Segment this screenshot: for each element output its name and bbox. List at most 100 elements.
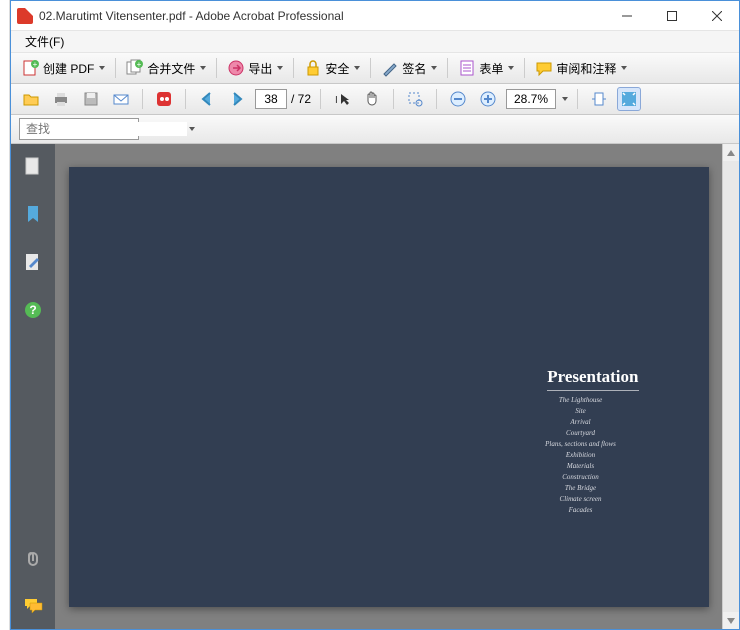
page-indicator: / 72	[255, 89, 311, 109]
email-button[interactable]	[109, 87, 133, 111]
page-input[interactable]	[255, 89, 287, 109]
section-list: The LighthouseSiteArrivalCourtyardPlans,…	[521, 395, 641, 516]
export-icon	[227, 59, 245, 77]
help-button[interactable]: ?	[21, 298, 45, 322]
sign-button[interactable]: 签名	[376, 56, 442, 80]
export-button[interactable]: 导出	[222, 56, 288, 80]
nav-toolbar: / 72 I	[11, 84, 739, 115]
zoom-input[interactable]	[506, 89, 556, 109]
scroll-track[interactable]	[723, 161, 739, 612]
save-button[interactable]	[79, 87, 103, 111]
page-total: / 72	[291, 92, 311, 106]
pages-panel-button[interactable]	[21, 154, 45, 178]
dropdown-icon[interactable]	[562, 97, 568, 104]
forms-button[interactable]: 表单	[453, 56, 519, 80]
separator	[115, 58, 116, 78]
dropdown-icon	[277, 66, 283, 73]
menubar: 文件(F)	[11, 31, 739, 53]
separator	[142, 89, 143, 109]
section-item: Site	[521, 406, 641, 417]
zoom-indicator	[506, 89, 568, 109]
main-toolbar: + 创建 PDF + 合并文件 导出 安全 签名	[11, 53, 739, 84]
pdf-page: Presentation The LighthouseSiteArrivalCo…	[69, 167, 709, 607]
form-icon	[458, 59, 476, 77]
hand-tool-button[interactable]	[360, 87, 384, 111]
merge-button[interactable]: + 合并文件	[121, 56, 211, 80]
separator	[447, 58, 448, 78]
export-label: 导出	[248, 60, 272, 77]
separator	[524, 58, 525, 78]
zoom-in-button[interactable]	[476, 87, 500, 111]
content-area: ? Presentation The LighthouseSiteArrival…	[11, 144, 739, 629]
fit-page-button[interactable]	[617, 87, 641, 111]
close-button[interactable]	[694, 1, 739, 30]
section-item: Facades	[521, 505, 641, 516]
find-input[interactable]	[20, 122, 187, 136]
section-item: Climate screen	[521, 494, 641, 505]
svg-text:I: I	[335, 95, 338, 106]
merge-icon: +	[126, 59, 144, 77]
dropdown-icon	[354, 66, 360, 73]
zoom-out-button[interactable]	[446, 87, 470, 111]
create-pdf-button[interactable]: + 创建 PDF	[17, 56, 110, 80]
create-pdf-label: 创建 PDF	[43, 60, 94, 77]
svg-text:+: +	[137, 60, 142, 69]
collab-button[interactable]	[152, 87, 176, 111]
svg-text:?: ?	[29, 303, 36, 317]
find-toolbar	[11, 115, 739, 144]
section-item: Materials	[521, 461, 641, 472]
review-label: 审阅和注释	[556, 60, 616, 77]
scroll-up-button[interactable]	[723, 144, 739, 161]
maximize-button[interactable]	[649, 1, 694, 30]
dropdown-icon	[621, 66, 627, 73]
separator	[577, 89, 578, 109]
navigation-panel: ?	[11, 144, 55, 629]
select-tool-button[interactable]: I	[330, 87, 354, 111]
section-item: Exhibition	[521, 450, 641, 461]
secure-label: 安全	[325, 60, 349, 77]
titlebar: 02.Marutimt Vitensenter.pdf - Adobe Acro…	[11, 1, 739, 31]
menu-file[interactable]: 文件(F)	[19, 31, 70, 52]
prev-page-button[interactable]	[195, 87, 219, 111]
marquee-zoom-button[interactable]	[403, 87, 427, 111]
attachments-panel-button[interactable]	[21, 545, 45, 569]
window-title: 02.Marutimt Vitensenter.pdf - Adobe Acro…	[39, 9, 604, 23]
section-item: Arrival	[521, 417, 641, 428]
app-window: 02.Marutimt Vitensenter.pdf - Adobe Acro…	[10, 0, 740, 630]
secure-button[interactable]: 安全	[299, 56, 365, 80]
dropdown-icon	[99, 66, 105, 73]
separator	[370, 58, 371, 78]
scroll-down-button[interactable]	[723, 612, 739, 629]
print-button[interactable]	[49, 87, 73, 111]
next-page-button[interactable]	[225, 87, 249, 111]
review-button[interactable]: 审阅和注释	[530, 56, 632, 80]
dropdown-icon	[508, 66, 514, 73]
section-title: Presentation	[547, 367, 638, 391]
dropdown-icon	[431, 66, 437, 73]
signatures-panel-button[interactable]	[21, 250, 45, 274]
create-pdf-icon: +	[22, 59, 40, 77]
pen-icon	[381, 59, 399, 77]
lock-icon	[304, 59, 322, 77]
window-controls	[604, 1, 739, 30]
document-viewport[interactable]: Presentation The LighthouseSiteArrivalCo…	[55, 144, 722, 629]
separator	[393, 89, 394, 109]
dropdown-icon[interactable]	[189, 127, 195, 134]
minimize-button[interactable]	[604, 1, 649, 30]
merge-label: 合并文件	[147, 60, 195, 77]
section-item: The Lighthouse	[521, 395, 641, 406]
section-item: Courtyard	[521, 428, 641, 439]
section-item: Plans, sections and flows	[521, 439, 641, 450]
comments-panel-button[interactable]	[21, 593, 45, 617]
fit-width-button[interactable]	[587, 87, 611, 111]
sign-label: 签名	[402, 60, 426, 77]
svg-text:+: +	[33, 60, 38, 69]
forms-label: 表单	[479, 60, 503, 77]
open-button[interactable]	[19, 87, 43, 111]
find-field-wrap	[19, 118, 139, 140]
left-app-strip	[0, 0, 10, 630]
separator	[293, 58, 294, 78]
separator	[320, 89, 321, 109]
vertical-scrollbar[interactable]	[722, 144, 739, 629]
bookmarks-panel-button[interactable]	[21, 202, 45, 226]
